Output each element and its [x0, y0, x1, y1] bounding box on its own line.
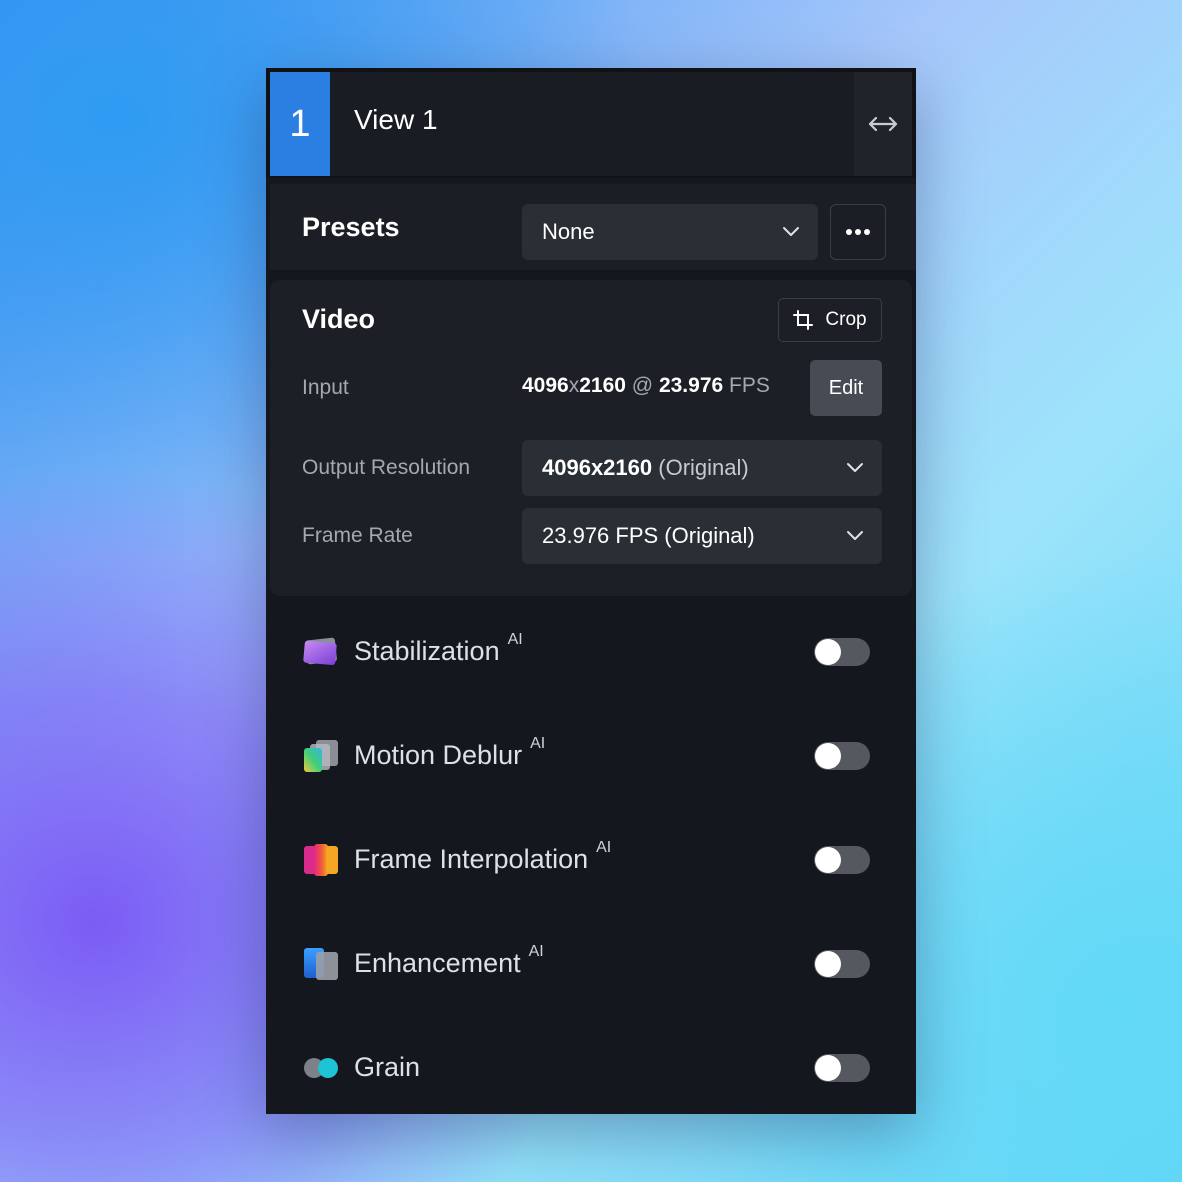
crop-button[interactable]: Crop — [778, 298, 882, 342]
presets-select[interactable]: None — [522, 204, 818, 260]
view-panel: 1 View 1 Presets None Video Crop Input 4… — [266, 68, 916, 1114]
ai-badge: AI — [530, 735, 546, 752]
grain-icon — [304, 1058, 338, 1078]
frame-rate-label: Frame Rate — [302, 524, 413, 547]
feature-row-enhancement: Enhancement AI — [302, 934, 882, 994]
input-value: 4096x2160 @ 23.976 FPS — [522, 374, 770, 397]
view-header: 1 View 1 — [266, 68, 916, 178]
output-resolution-label: Output Resolution — [302, 456, 471, 479]
view-title: View 1 — [354, 104, 438, 135]
output-resolution-select[interactable]: 4096x2160 (Original) — [522, 440, 882, 496]
view-number-badge[interactable]: 1 — [270, 72, 330, 176]
frame-interpolation-icon — [304, 844, 338, 876]
frame-rate-select[interactable]: 23.976 FPS (Original) — [522, 508, 882, 564]
chevron-down-icon — [847, 531, 863, 540]
input-label: Input — [302, 376, 349, 399]
feature-row-motion-deblur: Motion Deblur AI — [302, 726, 882, 786]
presets-row: Presets None — [270, 184, 916, 270]
horizontal-expand-icon — [868, 116, 898, 132]
enhancement-toggle[interactable] — [814, 950, 870, 978]
presets-more-button[interactable] — [830, 204, 886, 260]
video-settings-card: Video Crop Input 4096x2160 @ 23.976 FPS … — [270, 280, 912, 596]
motion-deblur-toggle[interactable] — [814, 742, 870, 770]
more-horizontal-icon — [846, 229, 870, 235]
crop-icon — [793, 310, 814, 330]
feature-name: Stabilization — [354, 636, 500, 666]
feature-name: Enhancement — [354, 948, 521, 978]
presets-selected-value: None — [542, 219, 595, 244]
stabilization-icon — [303, 637, 337, 666]
frame-rate-value: 23.976 FPS (Original) — [542, 523, 755, 548]
motion-deblur-icon — [304, 740, 338, 772]
expand-button[interactable] — [854, 72, 912, 176]
chevron-down-icon — [783, 227, 799, 236]
feature-row-grain: Grain — [302, 1038, 882, 1098]
ai-badge: AI — [507, 631, 523, 648]
presets-label: Presets — [302, 212, 400, 242]
output-resolution-value: 4096x2160 (Original) — [542, 455, 749, 480]
ai-badge: AI — [596, 839, 612, 856]
stabilization-toggle[interactable] — [814, 638, 870, 666]
feature-name: Grain — [354, 1052, 421, 1082]
feature-name: Frame Interpolation — [354, 844, 589, 874]
feature-name: Motion Deblur — [354, 740, 523, 770]
enhancement-icon — [304, 948, 338, 980]
crop-button-label: Crop — [825, 309, 867, 330]
feature-row-frame-interpolation: Frame Interpolation AI — [302, 830, 882, 890]
feature-row-stabilization: Stabilization AI — [302, 622, 882, 682]
grain-toggle[interactable] — [814, 1054, 870, 1082]
chevron-down-icon — [847, 463, 863, 472]
video-section-title: Video — [302, 304, 376, 334]
frame-interpolation-toggle[interactable] — [814, 846, 870, 874]
edit-input-button[interactable]: Edit — [810, 360, 882, 416]
ai-badge: AI — [528, 943, 544, 960]
